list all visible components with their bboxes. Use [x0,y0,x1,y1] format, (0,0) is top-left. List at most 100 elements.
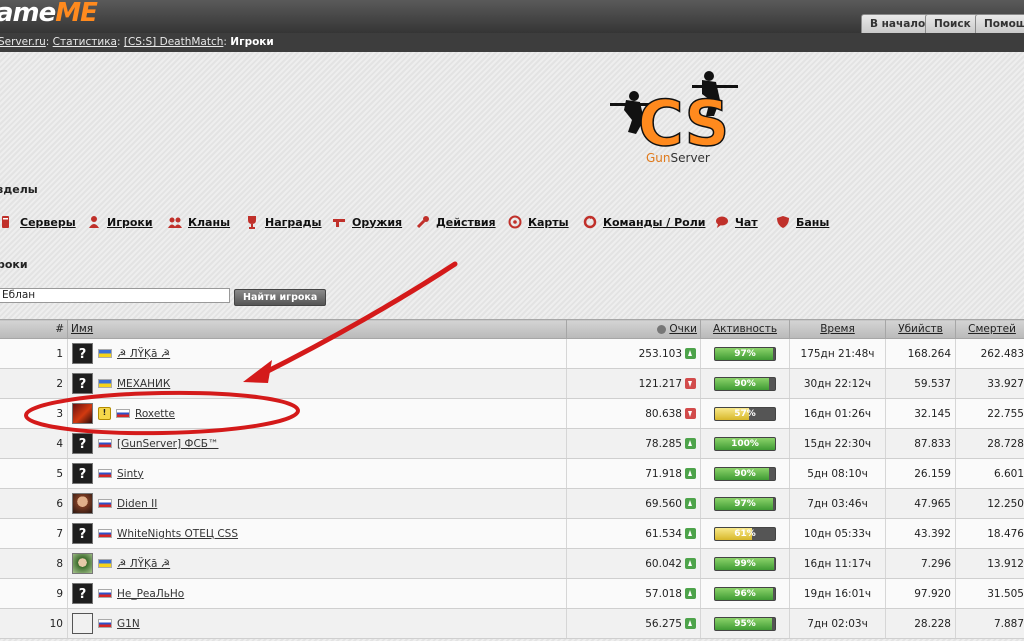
nav-label: Оружия [352,215,403,229]
avatar-placeholder-icon[interactable]: ? [72,433,93,454]
player-name-link[interactable]: WhiteNights ОТЕЦ CSS [117,528,238,540]
avatar-placeholder-icon[interactable]: ? [72,523,93,544]
player-name-link[interactable]: Не_РеаЛьНо [117,588,184,600]
nav-item-servers[interactable]: Серверы [0,213,76,231]
avatar[interactable] [72,553,93,574]
player-name-link[interactable]: ☭ ЛŸĶā ☭ [117,558,170,570]
nav-label: Серверы [20,215,76,229]
table-row[interactable]: 10 G1N 56.275 95% 7дн 02:03ч 28.228 7.887 [0,608,1024,639]
col-rank-header: # [0,319,68,339]
trend-up-icon [685,588,696,599]
activity-cell: 95% [700,608,790,639]
nav-item-players[interactable]: Игроки [87,213,153,231]
activity-cell: 90% [700,368,790,399]
col-kills-header[interactable]: Убийств [885,319,956,339]
site-logo[interactable]: ameME [0,0,98,28]
deaths-cell: 31.505 [955,578,1024,609]
warning-icon: ! [98,407,111,420]
search-input[interactable]: Еблан [0,288,230,303]
banner-subtitle: GunServer [646,151,710,165]
nav-item-clans[interactable]: Кланы [168,213,230,231]
deaths-cell: 12.250 [955,488,1024,519]
player-name-link[interactable]: G1N [117,618,140,630]
activity-cell: 61% [700,518,790,549]
ukraine-flag-icon [98,379,112,388]
activity-text: 61% [734,528,756,539]
breadcrumb-link-stats[interactable]: Статистика [53,36,117,48]
player-name-link[interactable]: Roxette [135,408,175,420]
deaths-cell: 13.912 [955,548,1024,579]
roles-icon [583,215,597,229]
trend-up-icon [685,498,696,509]
col-name-header[interactable]: Имя [67,319,567,339]
col-deaths-header[interactable]: Смертей [955,319,1024,339]
breadcrumb-link-server[interactable]: [CS:S] DeathMatch [124,36,224,48]
col-name-label: Имя [71,323,94,335]
avatar-placeholder-icon[interactable]: ? [72,583,93,604]
nav-item-bans[interactable]: Баны [776,213,829,231]
trend-up-icon [685,618,696,629]
sort-desc-icon [657,324,667,334]
col-activity-header[interactable]: Активность [700,319,790,339]
rank-cell: 4 [0,428,68,459]
top-nav-search[interactable]: Поиск [925,14,980,34]
players-table-body: 1? ☭ ЛŸĶā ☭ 253.103 97% 175дн 21:48ч 168.264 2… [0,338,1024,639]
avatar-placeholder-icon[interactable]: ? [72,343,93,364]
table-row[interactable]: 5? Sinty 71.918 90% 5дн 08:10ч 26.159 6.601 [0,458,1024,489]
breadcrumb-link-site[interactable]: Server.ru [0,36,46,48]
nav-item-actions[interactable]: Действия [416,213,496,231]
russia-flag-icon [98,619,112,628]
table-row[interactable]: 7? WhiteNights ОТЕЦ CSS 61.534 61% 10дн 05:3… [0,518,1024,549]
nav-item-awards[interactable]: Награды [245,213,322,231]
activity-text: 90% [734,378,756,389]
name-cell: ? ☭ ЛŸĶā ☭ [67,338,567,369]
nav-item-teams-roles[interactable]: Команды / Роли [583,213,705,231]
deaths-cell: 22.755 [955,398,1024,429]
activity-cell: 57% [700,398,790,429]
kills-cell: 59.537 [885,368,956,399]
table-row[interactable]: 2? МЕХАНИК 121.217 90% 30дн 22:12ч 59.537 33.9… [0,368,1024,399]
avatar[interactable] [72,613,93,634]
trend-down-icon [685,378,696,389]
kills-cell: 168.264 [885,338,956,369]
nav-item-weapons[interactable]: Оружия [332,213,402,231]
avatar[interactable] [72,403,93,424]
find-player-button[interactable]: Найти игрока [234,289,327,306]
table-row[interactable]: 9? Не_РеаЛьНо 57.018 96% 19дн 16:01ч 97.920 31… [0,578,1024,609]
table-row[interactable]: 1? ☭ ЛŸĶā ☭ 253.103 97% 175дн 21:48ч 168.264 2… [0,338,1024,369]
col-points-header[interactable]: Очки [566,319,701,339]
kills-cell: 87.833 [885,428,956,459]
table-row[interactable]: 4? [GunServer] ФСБ™ 78.285 100% 15дн 22:30ч 8… [0,428,1024,459]
sections-title: зделы [0,183,38,196]
col-time-header[interactable]: Время [789,319,886,339]
avatar-placeholder-icon[interactable]: ? [72,463,93,484]
logo-accent-text: ME [55,0,98,28]
nav-label: Команды / Роли [603,215,706,229]
player-name-link[interactable]: Diden II [117,498,157,510]
nav-item-chat[interactable]: Чат [715,213,758,231]
breadcrumb-current: Игроки [230,36,274,48]
nav-item-maps[interactable]: Карты [508,213,569,231]
activity-bar: 61% [714,526,776,541]
name-cell: ☭ ЛŸĶā ☭ [67,548,567,579]
table-row[interactable]: 8 ☭ ЛŸĶā ☭ 60.042 99% 16дн 11:17ч 7.296 13.912 [0,548,1024,579]
table-row[interactable]: 3! Roxette 80.638 57% 16дн 01:26ч 32.145 22.75… [0,398,1024,429]
player-name-link[interactable]: [GunServer] ФСБ™ [117,438,218,450]
kills-cell: 43.392 [885,518,956,549]
time-cell: 16дн 11:17ч [789,548,886,579]
player-name-link[interactable]: ☭ ЛŸĶā ☭ [117,348,170,360]
avatar[interactable] [72,493,93,514]
top-nav-home[interactable]: В начало [861,14,935,34]
time-cell: 175дн 21:48ч [789,338,886,369]
player-name-link[interactable]: Sinty [117,468,144,480]
points-cell: 71.918 [566,458,701,489]
top-nav-help[interactable]: Помощь [975,14,1024,34]
table-row[interactable]: 6 Diden II 69.560 97% 7дн 03:46ч 47.965 12.250 [0,488,1024,519]
player-name-link[interactable]: МЕХАНИК [117,378,170,390]
rank-cell: 5 [0,458,68,489]
trend-down-icon [685,408,696,419]
nav-label: Награды [265,215,322,229]
name-cell: ? МЕХАНИК [67,368,567,399]
rank-cell: 10 [0,608,68,639]
avatar-placeholder-icon[interactable]: ? [72,373,93,394]
